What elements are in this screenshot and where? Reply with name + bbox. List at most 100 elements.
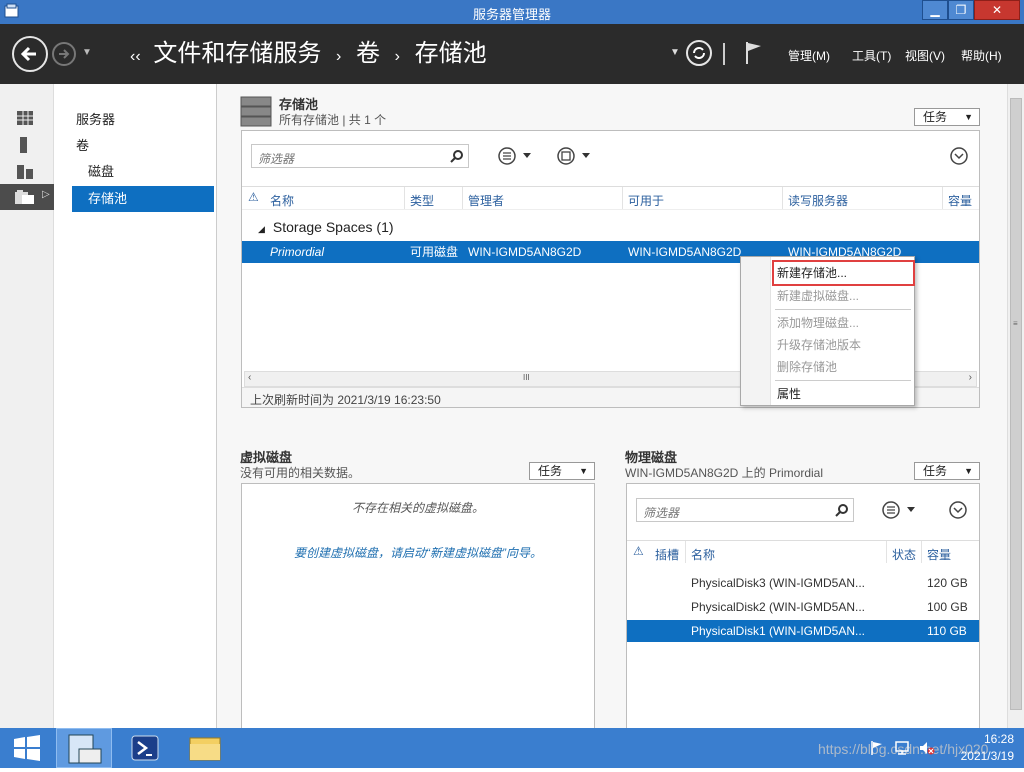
- physical-disks-tasks-button[interactable]: 任务 ▼: [914, 462, 980, 480]
- refresh-button[interactable]: [686, 40, 712, 66]
- storage-pools-tasks-button[interactable]: 任务 ▼: [914, 108, 980, 126]
- powershell-icon: [131, 735, 159, 761]
- virtual-disks-tasks-button[interactable]: 任务 ▼: [529, 462, 595, 480]
- table-row[interactable]: PhysicalDisk1 (WIN-IGMD5AN... 110 GB: [627, 620, 979, 642]
- breadcrumb-item-file-storage[interactable]: 文件和存储服务: [153, 40, 321, 67]
- windows-logo-icon: [14, 735, 40, 761]
- filter-input[interactable]: 筛选器: [251, 144, 469, 168]
- dashboard-icon[interactable]: [16, 110, 34, 126]
- menu-view[interactable]: 视图(V): [905, 47, 945, 64]
- nav-item-servers[interactable]: 服务器: [54, 107, 214, 133]
- pool-type: 可用磁盘: [410, 245, 459, 259]
- virtual-disks-subtitle: 没有可用的相关数据。: [240, 466, 361, 480]
- pool-name: Primordial: [270, 245, 325, 259]
- collapse-section-button[interactable]: [948, 500, 968, 520]
- col-rw-server[interactable]: 读写服务器: [788, 192, 848, 209]
- close-button[interactable]: ✕: [974, 0, 1020, 20]
- back-button[interactable]: [12, 36, 48, 72]
- clock-time[interactable]: 16:28: [950, 732, 1014, 746]
- col-status[interactable]: 状态: [892, 546, 916, 563]
- nav-item-storage-pools[interactable]: 存储池: [72, 186, 214, 212]
- clock-date[interactable]: 2021/3/19: [940, 749, 1014, 763]
- restore-button[interactable]: ❐: [948, 0, 974, 20]
- col-name[interactable]: 名称: [270, 192, 294, 209]
- col-capacity[interactable]: 容量: [927, 546, 951, 563]
- scroll-thumb-grip[interactable]: III: [523, 373, 530, 382]
- breadcrumb-item-volumes[interactable]: 卷: [356, 40, 380, 67]
- tasks-label: 任务: [538, 464, 563, 478]
- volume-muted-tray-icon[interactable]: [918, 740, 936, 756]
- view-options-button[interactable]: [881, 500, 921, 520]
- group-header[interactable]: ◢ Storage Spaces (1): [258, 219, 394, 235]
- nav-divider: [723, 43, 725, 65]
- scroll-left-icon[interactable]: ‹: [248, 372, 251, 383]
- warning-column-icon: ⚠: [633, 544, 644, 558]
- notifications-flag-icon[interactable]: [744, 40, 764, 66]
- start-button[interactable]: [0, 728, 56, 768]
- window-title: 服务器管理器: [472, 7, 551, 22]
- menu-item-new-virtual-disk: 新建虚拟磁盘...: [777, 289, 860, 303]
- menu-divider: [775, 380, 911, 381]
- pool-manager: WIN-IGMD5AN8G2D: [468, 245, 582, 259]
- disk-capacity: 110 GB: [927, 624, 967, 638]
- breadcrumb-item-storage-pools[interactable]: 存储池: [415, 40, 487, 67]
- col-type[interactable]: 类型: [410, 192, 434, 209]
- menu-item-add-physical-disk: 添加物理磁盘...: [777, 316, 860, 330]
- breadcrumb-separator: ›: [336, 48, 342, 65]
- menu-help[interactable]: 帮助(H): [961, 47, 1002, 64]
- scroll-thumb[interactable]: ≡: [1010, 98, 1022, 710]
- tasks-label: 任务: [923, 110, 948, 124]
- view-options-button[interactable]: [497, 146, 537, 166]
- collapse-section-button[interactable]: [949, 146, 969, 166]
- forward-button[interactable]: [52, 42, 76, 66]
- file-explorer-taskbar-button[interactable]: [178, 728, 234, 768]
- menu-item-delete-pool: 删除存储池: [777, 360, 838, 374]
- col-available[interactable]: 可用于: [628, 192, 664, 209]
- menu-item-new-storage-pool[interactable]: 新建存储池...: [777, 263, 847, 283]
- collapse-triangle-icon: ◢: [258, 224, 265, 234]
- icon-sidebar: ▷: [0, 84, 54, 728]
- virtual-disks-panel: 不存在相关的虚拟磁盘。 要创建虚拟磁盘，请启动“新建虚拟磁盘”向导。: [241, 483, 595, 733]
- col-manager[interactable]: 管理者: [468, 192, 504, 209]
- file-storage-nav[interactable]: ▷: [0, 184, 54, 210]
- table-row[interactable]: PhysicalDisk3 (WIN-IGMD5AN... 120 GB: [627, 572, 979, 594]
- search-icon: [835, 504, 848, 517]
- chevron-down-icon: ▼: [964, 112, 973, 122]
- vertical-scrollbar[interactable]: ≡: [1007, 84, 1024, 728]
- menu-icon-column: [741, 257, 771, 405]
- save-query-button[interactable]: [556, 146, 596, 166]
- nav-item-volumes[interactable]: 卷: [54, 133, 214, 159]
- table-header: ⚠ 插槽 名称 状态 容量: [627, 540, 979, 564]
- server-manager-taskbar-button[interactable]: [56, 728, 112, 768]
- create-virtual-disk-hint[interactable]: 要创建虚拟磁盘，请启动“新建虚拟磁盘”向导。: [242, 544, 594, 561]
- col-name[interactable]: 名称: [691, 546, 715, 563]
- menu-manage[interactable]: 管理(M): [788, 47, 830, 64]
- arrow-right-icon: [59, 49, 70, 59]
- refresh-dropdown-icon[interactable]: ▼: [670, 47, 680, 58]
- menu-tools[interactable]: 工具(T): [852, 47, 891, 64]
- flag-tray-icon[interactable]: [870, 740, 884, 756]
- network-tray-icon[interactable]: [894, 740, 912, 756]
- history-dropdown-icon[interactable]: ▼: [82, 47, 92, 58]
- breadcrumb: ‹‹ 文件和存储服务 › 卷 › 存储池: [130, 38, 487, 70]
- chevron-circle-down-icon: [950, 147, 968, 165]
- powershell-taskbar-button[interactable]: [118, 728, 174, 768]
- chevron-down-icon: ▼: [579, 466, 588, 476]
- arrow-left-icon: [20, 46, 36, 62]
- chevron-circle-down-icon: [949, 501, 967, 519]
- filter-input[interactable]: 筛选器: [636, 498, 854, 522]
- warning-column-icon: ⚠: [248, 190, 259, 204]
- local-server-icon[interactable]: [18, 136, 30, 154]
- disk-capacity: 100 GB: [927, 600, 968, 614]
- minimize-button[interactable]: ▁: [922, 0, 948, 20]
- col-capacity[interactable]: 容量: [948, 192, 972, 209]
- all-servers-icon[interactable]: [16, 162, 34, 180]
- table-row[interactable]: PhysicalDisk2 (WIN-IGMD5AN... 100 GB: [627, 596, 979, 618]
- title-bar: 服务器管理器 ▁ ❐ ✕: [0, 0, 1024, 24]
- context-menu: 新建存储池... 新建虚拟磁盘... 添加物理磁盘... 升级存储池版本 删除存…: [740, 256, 915, 406]
- scroll-right-icon[interactable]: ›: [969, 372, 972, 383]
- col-slot[interactable]: 插槽: [655, 546, 679, 563]
- list-options-icon: [498, 147, 531, 165]
- menu-item-properties[interactable]: 属性: [777, 384, 801, 404]
- nav-item-disks[interactable]: 磁盘: [54, 159, 214, 185]
